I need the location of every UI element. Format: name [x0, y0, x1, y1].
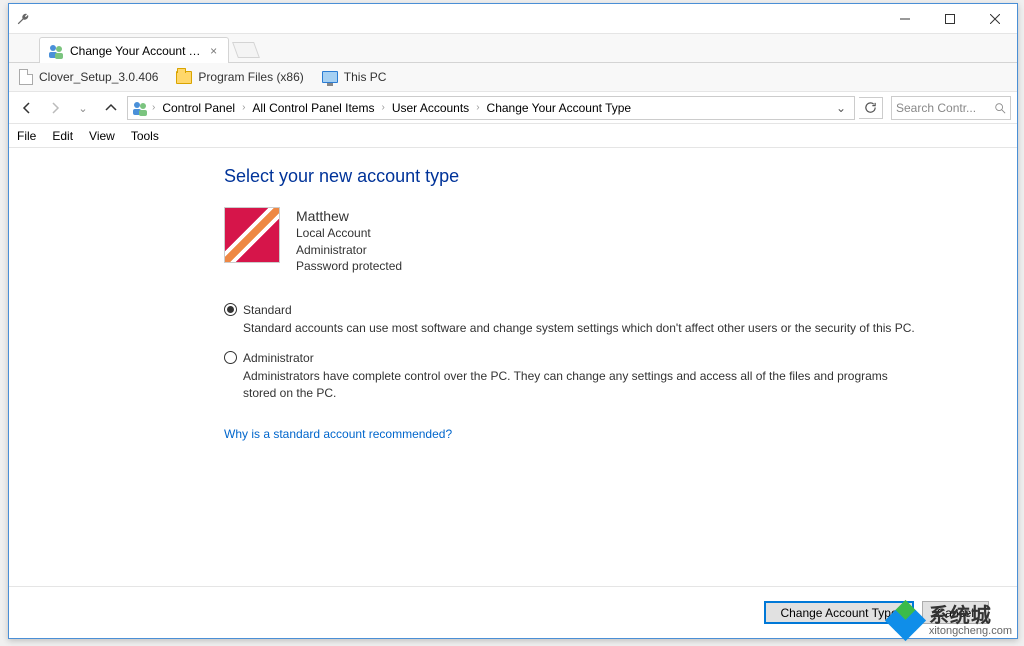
window-frame: Change Your Account Type × Clover_Setup_… [8, 3, 1018, 639]
up-button[interactable] [99, 96, 123, 120]
watermark-subtitle: xitongcheng.com [929, 626, 1012, 637]
user-info: Matthew Local Account Administrator Pass… [296, 207, 402, 275]
user-accounts-icon [132, 100, 148, 116]
file-icon [19, 69, 33, 85]
maximize-button[interactable] [927, 4, 972, 33]
watermark: 系统城 xitongcheng.com [889, 604, 1012, 638]
tab-strip: Change Your Account Type × [9, 34, 1017, 63]
bookmark-item[interactable]: This PC [322, 70, 387, 84]
app-wrench-icon [15, 11, 31, 27]
user-summary: Matthew Local Account Administrator Pass… [224, 207, 997, 275]
user-role: Administrator [296, 243, 402, 259]
minimize-button[interactable] [882, 4, 927, 33]
radio-icon [224, 303, 237, 316]
menu-bar: File Edit View Tools [9, 124, 1017, 148]
breadcrumb-item[interactable]: All Control Panel Items [249, 101, 377, 115]
search-input[interactable]: Search Contr... [891, 96, 1011, 120]
chevron-right-icon: › [474, 102, 481, 113]
bookmark-label: This PC [344, 70, 387, 84]
bookmark-item[interactable]: Clover_Setup_3.0.406 [19, 69, 158, 85]
chevron-right-icon: › [150, 102, 157, 113]
menu-tools[interactable]: Tools [131, 129, 159, 143]
content-pane: Select your new account type Matthew Loc… [9, 148, 1017, 586]
breadcrumb-item[interactable]: User Accounts [389, 101, 472, 115]
arrow-left-icon [20, 101, 34, 115]
user-accounts-icon [48, 43, 64, 59]
bookmark-item[interactable]: Program Files (x86) [176, 70, 303, 84]
forward-button[interactable] [43, 96, 67, 120]
menu-view[interactable]: View [89, 129, 115, 143]
arrow-right-icon [48, 101, 62, 115]
user-name: Matthew [296, 207, 402, 225]
radio-administrator[interactable]: Administrator [224, 351, 924, 365]
breadcrumb-item[interactable]: Change Your Account Type [484, 101, 635, 115]
browser-tab[interactable]: Change Your Account Type × [39, 37, 229, 63]
back-button[interactable] [15, 96, 39, 120]
search-placeholder: Search Contr... [896, 101, 994, 115]
refresh-icon [864, 101, 877, 114]
search-icon [994, 102, 1006, 114]
chevron-down-icon: ⌄ [76, 102, 89, 115]
tab-title: Change Your Account Type [70, 44, 201, 58]
tab-close-icon[interactable]: × [207, 44, 220, 58]
arrow-up-icon [104, 101, 118, 115]
chevron-right-icon: › [379, 102, 386, 113]
option-standard: Standard Standard accounts can use most … [224, 303, 924, 337]
radio-standard[interactable]: Standard [224, 303, 924, 317]
folder-icon [176, 71, 192, 84]
watermark-logo-icon [889, 604, 923, 638]
bookmarks-bar: Clover_Setup_3.0.406 Program Files (x86)… [9, 63, 1017, 92]
user-avatar [224, 207, 280, 263]
chevron-right-icon: › [240, 102, 247, 113]
new-tab-button[interactable] [232, 42, 260, 58]
button-row: Change Account Type Cancel [9, 586, 1017, 638]
titlebar [9, 4, 1017, 34]
page-heading: Select your new account type [224, 166, 997, 187]
recent-dropdown[interactable]: ⌄ [71, 96, 95, 120]
option-label: Administrator [243, 351, 314, 365]
bookmark-label: Program Files (x86) [198, 70, 303, 84]
breadcrumb-item[interactable]: Control Panel [159, 101, 238, 115]
address-dropdown[interactable]: ⌄ [832, 101, 850, 115]
option-label: Standard [243, 303, 292, 317]
refresh-button[interactable] [859, 97, 883, 119]
help-link[interactable]: Why is a standard account recommended? [224, 427, 452, 441]
menu-file[interactable]: File [17, 129, 36, 143]
pc-icon [322, 71, 338, 83]
user-password-status: Password protected [296, 259, 402, 275]
bookmark-label: Clover_Setup_3.0.406 [39, 70, 158, 84]
option-description: Administrators have complete control ove… [243, 368, 924, 402]
option-description: Standard accounts can use most software … [243, 320, 924, 337]
watermark-title: 系统城 [929, 606, 1012, 626]
address-bar[interactable]: › Control Panel › All Control Panel Item… [127, 96, 855, 120]
option-administrator: Administrator Administrators have comple… [224, 351, 924, 402]
user-account-type: Local Account [296, 226, 402, 242]
radio-icon [224, 351, 237, 364]
menu-edit[interactable]: Edit [52, 129, 73, 143]
close-button[interactable] [972, 4, 1017, 33]
navigation-row: ⌄ › Control Panel › All Control Panel It… [9, 92, 1017, 124]
